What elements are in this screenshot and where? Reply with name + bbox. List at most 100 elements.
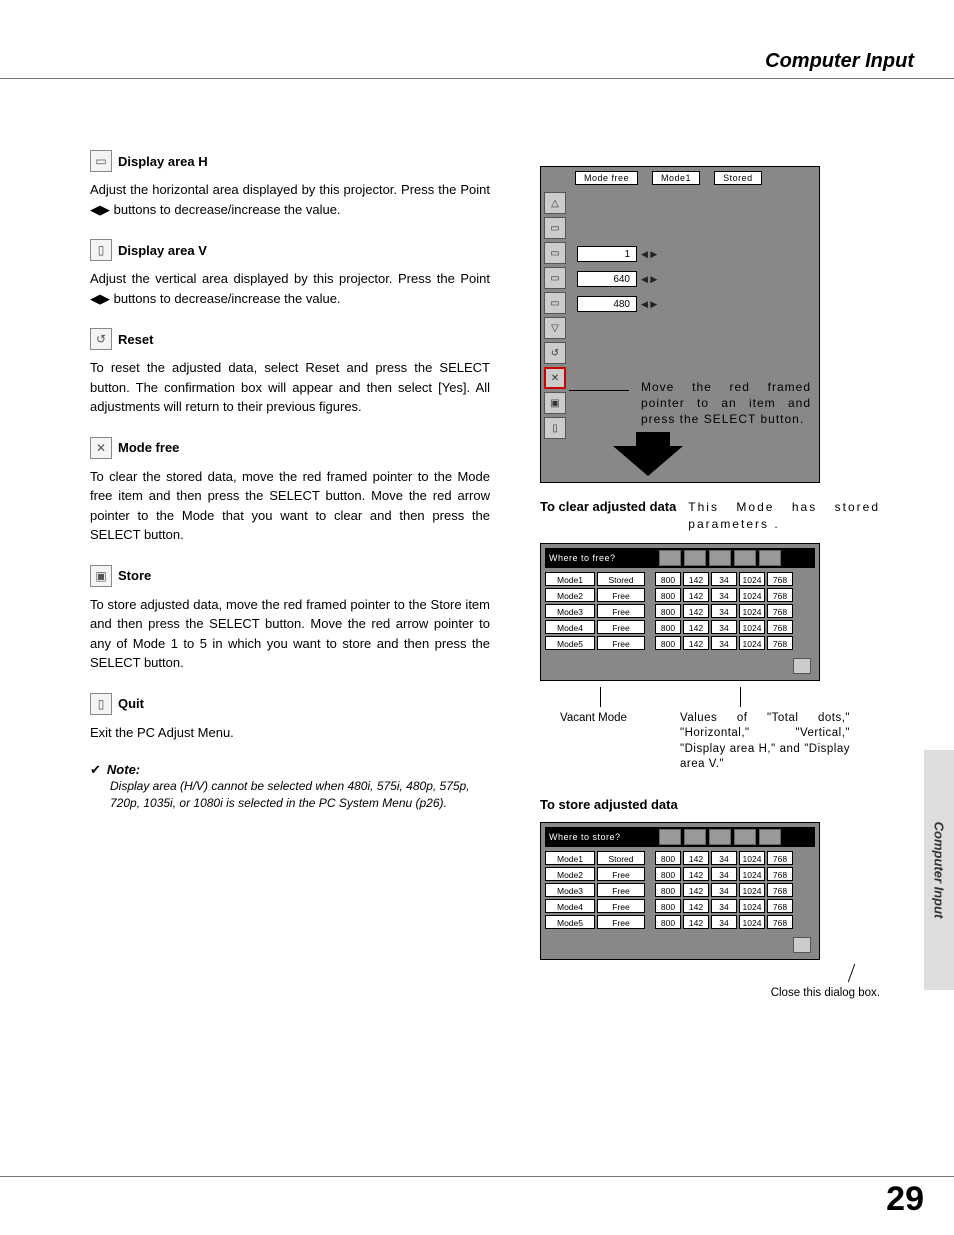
table-cell: 142: [683, 588, 709, 602]
table-cell: 142: [683, 620, 709, 634]
value-box[interactable]: 640: [577, 271, 637, 287]
store-icon: ▣: [90, 565, 112, 587]
quit-side-icon[interactable]: ▯: [544, 417, 566, 439]
header-icon: [759, 829, 781, 845]
up-icon[interactable]: △: [544, 192, 566, 214]
table-cell: 142: [683, 636, 709, 650]
table-row[interactable]: Mode1Stored800142341024768: [545, 851, 815, 865]
table-cell: 768: [767, 915, 793, 929]
side-tab-label: Computer Input: [932, 822, 947, 919]
table-cell: 34: [711, 572, 737, 586]
table-cell: Mode1: [545, 572, 595, 586]
note-body: Display area (H/V) cannot be selected wh…: [90, 778, 490, 812]
lr-arrows-icon[interactable]: ◀ ▶: [641, 299, 657, 310]
section-title: Display area V: [118, 243, 207, 258]
table-title: Where to store?: [549, 832, 659, 842]
section-title: Display area H: [118, 154, 208, 169]
vacant-mode-callout: Vacant Mode: [560, 711, 627, 727]
table-cell: Mode1: [545, 851, 595, 865]
table-cell: [647, 620, 653, 634]
table-cell: 1024: [739, 851, 765, 865]
table-row[interactable]: Mode5Free800142341024768: [545, 915, 815, 929]
table-cell: Mode4: [545, 620, 595, 634]
table-cell: 34: [711, 915, 737, 929]
table-cell: Stored: [597, 572, 645, 586]
table-row[interactable]: Mode1Stored800142341024768: [545, 572, 815, 586]
header-icon: [734, 550, 756, 566]
menu-tab[interactable]: Mode free: [575, 171, 638, 185]
close-icon[interactable]: [793, 658, 811, 674]
table-row[interactable]: Mode4Free800142341024768: [545, 620, 815, 634]
table-title: Where to free?: [549, 553, 659, 563]
table-cell: 34: [711, 883, 737, 897]
header-icon: [684, 550, 706, 566]
menu-item-icon[interactable]: ▭: [544, 267, 566, 289]
value-box[interactable]: 480: [577, 296, 637, 312]
values-callout: Values of "Total dots," "Horizontal," "V…: [680, 711, 850, 773]
menu-item-icon[interactable]: ▭: [544, 217, 566, 239]
table-cell: 34: [711, 851, 737, 865]
header-divider: [0, 78, 954, 79]
arrow-stem: [636, 432, 670, 446]
table-row[interactable]: Mode2Free800142341024768⇐: [545, 867, 815, 881]
table-cell: Free: [597, 883, 645, 897]
table-cell: 768: [767, 867, 793, 881]
table-row[interactable]: Mode3Free800142341024768: [545, 604, 815, 618]
section-body: To store adjusted data, move the red fra…: [90, 595, 490, 673]
header-icon: [684, 829, 706, 845]
table-cell: [647, 588, 653, 602]
value-box[interactable]: 1: [577, 246, 637, 262]
table-cell: 800: [655, 867, 681, 881]
table-row[interactable]: Mode2Free800142341024768⇐: [545, 588, 815, 602]
mode-free-side-icon[interactable]: ✕: [544, 367, 566, 389]
table-cell: Free: [597, 604, 645, 618]
table-cell: 34: [711, 604, 737, 618]
table-cell: 1024: [739, 883, 765, 897]
table-cell: 1024: [739, 620, 765, 634]
menu-item-icon[interactable]: ▭: [544, 242, 566, 264]
reset-side-icon[interactable]: ↺: [544, 342, 566, 364]
menu-item-icon[interactable]: ▭: [544, 292, 566, 314]
table-cell: 34: [711, 636, 737, 650]
row-pointer-icon: ⇐: [823, 867, 833, 881]
table-cell: Free: [597, 915, 645, 929]
menu-tab[interactable]: Mode1: [652, 171, 700, 185]
lr-arrows-icon[interactable]: ◀ ▶: [641, 274, 657, 285]
table-cell: Mode4: [545, 899, 595, 913]
lr-arrows-icon[interactable]: ◀ ▶: [641, 249, 657, 260]
down-icon[interactable]: ▽: [544, 317, 566, 339]
table-row[interactable]: Mode4Free800142341024768: [545, 899, 815, 913]
table-cell: 800: [655, 883, 681, 897]
table-cell: 800: [655, 588, 681, 602]
section-body: Adjust the horizontal area displayed by …: [90, 180, 490, 219]
table-cell: Free: [597, 636, 645, 650]
table-cell: 1024: [739, 915, 765, 929]
table-cell: 768: [767, 899, 793, 913]
down-arrow-icon: [613, 446, 683, 476]
table-cell: 34: [711, 899, 737, 913]
store-side-icon[interactable]: ▣: [544, 392, 566, 414]
table-cell: 800: [655, 620, 681, 634]
clear-heading: To clear adjusted data: [540, 499, 676, 514]
header-icon: [659, 829, 681, 845]
where-to-free-table: Where to free? Mode1Stored80014234102476…: [540, 543, 820, 681]
page-header-title: Computer Input: [765, 50, 914, 73]
display-h-icon: ▭: [90, 150, 112, 172]
table-cell: [647, 867, 653, 881]
table-row[interactable]: Mode3Free800142341024768: [545, 883, 815, 897]
table-cell: [647, 883, 653, 897]
table-cell: [647, 915, 653, 929]
menu-tab[interactable]: Stored: [714, 171, 762, 185]
table-cell: 1024: [739, 636, 765, 650]
table-cell: Mode3: [545, 604, 595, 618]
table-cell: [647, 899, 653, 913]
header-icon: [659, 550, 681, 566]
table-cell: [647, 572, 653, 586]
store-heading: To store adjusted data: [540, 797, 880, 812]
table-cell: 1024: [739, 867, 765, 881]
section-body: Exit the PC Adjust Menu.: [90, 723, 490, 743]
close-icon[interactable]: [793, 937, 811, 953]
table-cell: 1024: [739, 604, 765, 618]
table-cell: 1024: [739, 899, 765, 913]
table-row[interactable]: Mode5Free800142341024768: [545, 636, 815, 650]
